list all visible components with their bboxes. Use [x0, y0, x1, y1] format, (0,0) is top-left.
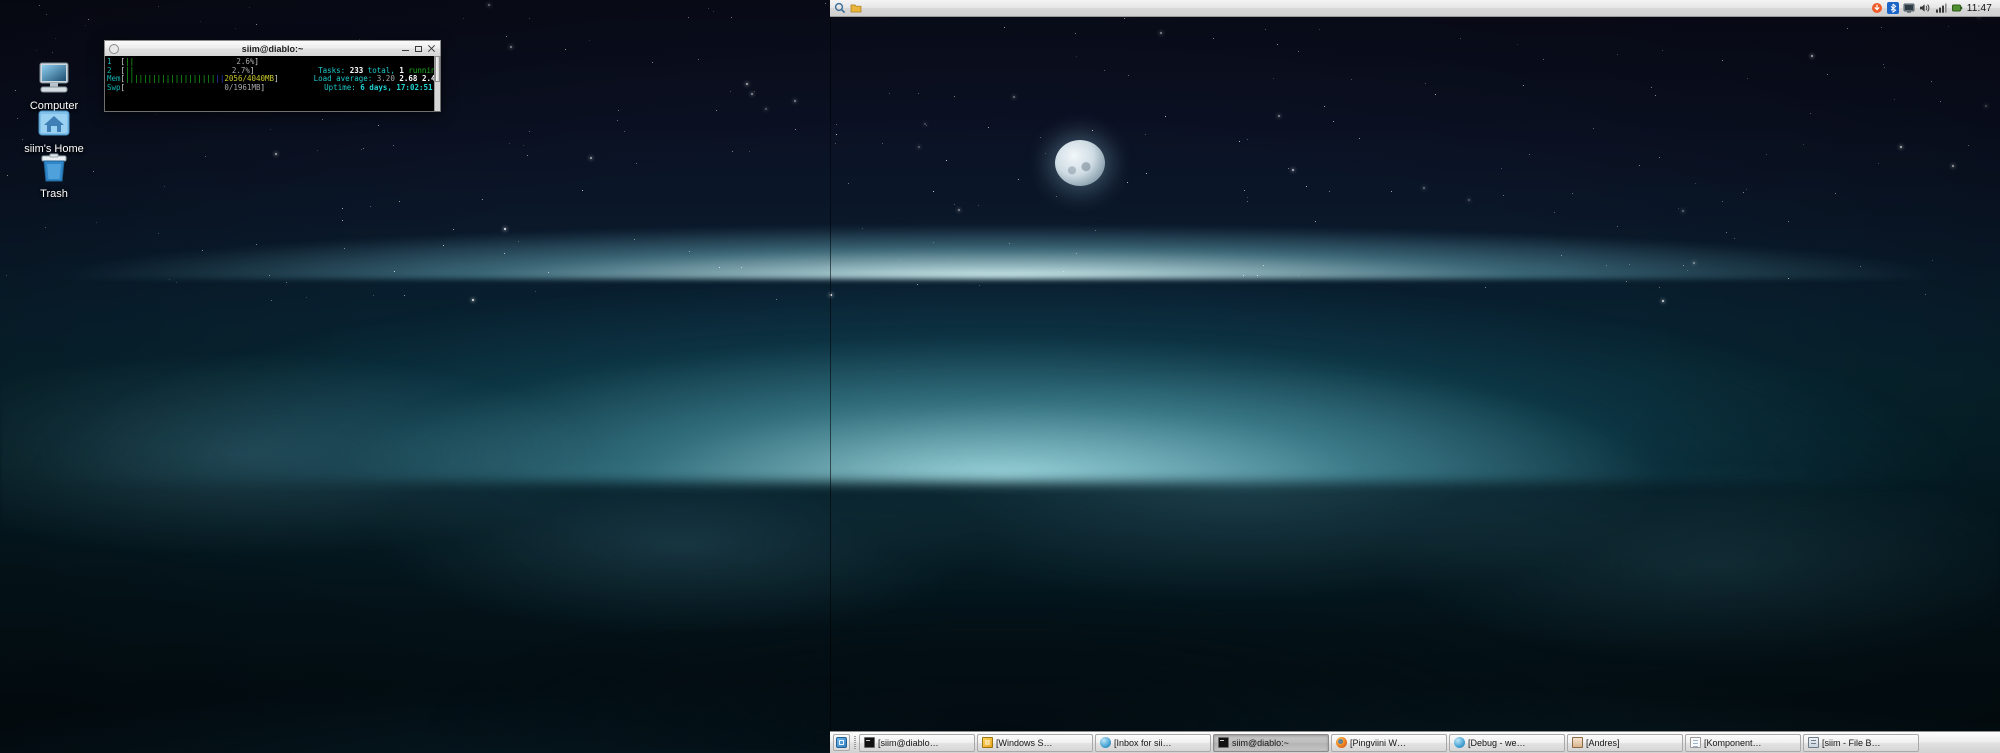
terminal-titlebar[interactable]: siim@diablo:~: [104, 40, 441, 56]
terminal-icon: [1218, 737, 1229, 748]
taskbar-button-label: [Komponent…: [1704, 737, 1762, 748]
firefox-icon: [1336, 737, 1347, 748]
window-menu-icon[interactable]: [109, 43, 119, 54]
show-desktop-icon: [836, 737, 847, 748]
display-icon[interactable]: [1903, 2, 1915, 14]
document-icon: [1690, 737, 1701, 748]
taskbar-button-label: [Andres]: [1586, 737, 1620, 748]
taskbar-button-3[interactable]: siim@diablo:~: [1213, 733, 1329, 752]
volume-icon[interactable]: [1919, 2, 1931, 14]
file-manager-icon[interactable]: [850, 2, 862, 14]
taskbar-button-label: [siim@diablo…: [878, 737, 939, 748]
clock[interactable]: 11:47: [1967, 3, 1994, 14]
top-panel: 11:47: [830, 0, 2000, 17]
network-icon[interactable]: [1935, 2, 1947, 14]
minimize-button[interactable]: [401, 44, 410, 53]
browser-icon: [1454, 737, 1465, 748]
scrollbar-thumb[interactable]: [435, 56, 440, 82]
show-desktop-button[interactable]: [833, 734, 850, 751]
update-manager-icon[interactable]: [1871, 2, 1883, 14]
top-panel-launchers: [830, 2, 862, 14]
desktop-screen: Computer siim's Home Trash 11:47 siim@di…: [0, 0, 2000, 753]
taskbar-button-label: [siim - File B…: [1822, 737, 1881, 748]
terminal-title: siim@diablo:~: [241, 43, 304, 54]
bluetooth-icon[interactable]: [1886, 2, 1899, 14]
trash-icon: [4, 143, 104, 185]
computer-icon: [4, 55, 104, 97]
taskbar-button-1[interactable]: [Windows S…: [977, 733, 1093, 752]
app-finder-icon[interactable]: [834, 2, 846, 14]
taskbar-button-label: [Debug - we…: [1468, 737, 1526, 748]
taskbar-button-label: siim@diablo:~: [1232, 737, 1289, 748]
file-browser-icon: [1808, 737, 1819, 748]
home-folder-icon: [4, 98, 104, 140]
taskbar-button-2[interactable]: [Inbox for sii…: [1095, 733, 1211, 752]
close-button[interactable]: [427, 44, 436, 53]
window-controls: [401, 44, 440, 53]
htop-uptime-value: 6 days, 17:02:51: [360, 82, 433, 92]
taskbar-button-8[interactable]: [siim - File B…: [1803, 733, 1919, 752]
htop-uptime-label: Uptime:: [324, 82, 356, 92]
htop-mem-row: Mem [ |||||||||||||||||||| || 2056/4040M…: [107, 74, 433, 92]
taskbar-button-0[interactable]: [siim@diablo…: [859, 733, 975, 752]
htop-cpu-row: 1 [ || 2.6% ] Tasks: 233 total, 1 runnin…: [107, 57, 440, 74]
taskbar-button-label: [Inbox for sii…: [1114, 737, 1172, 748]
taskbar-handle[interactable]: [852, 735, 857, 750]
taskbar-button-6[interactable]: [Andres]: [1567, 733, 1683, 752]
taskbar-button-5[interactable]: [Debug - we…: [1449, 733, 1565, 752]
task-button-list: [siim@diablo… [Windows S… [Inbox for sii… s…: [859, 733, 1997, 752]
terminal-scrollbar[interactable]: [434, 56, 440, 111]
maximize-button[interactable]: [414, 44, 423, 53]
taskbar-button-label: [Pingviini W…: [1350, 737, 1407, 748]
taskbar-button-4[interactable]: [Pingviini W…: [1331, 733, 1447, 752]
terminal-window[interactable]: siim@diablo:~ 1 [|| 2.6%] Tasks: 233 t…: [104, 40, 441, 112]
taskbar-button-7[interactable]: [Komponent…: [1685, 733, 1801, 752]
power-icon[interactable]: [1951, 2, 1963, 14]
taskbar-button-label: [Windows S…: [996, 737, 1053, 748]
htop-mem-bars: ||||||||||||||||||||: [125, 74, 216, 84]
system-tray: 11:47: [1871, 2, 2000, 14]
terminal-icon: [864, 737, 875, 748]
vignette: [0, 0, 2000, 753]
htop-swap-label: Swp: [107, 82, 121, 92]
thunderbird-icon: [1100, 737, 1111, 748]
image-viewer-icon: [1572, 737, 1583, 748]
terminal-body[interactable]: 1 [ || 2.6% ] Tasks: 233 total, 1 runnin…: [104, 56, 441, 112]
htop-bracket-close: ]: [260, 82, 265, 92]
monitor-divider: [830, 0, 831, 753]
htop-swap-value: 0/1961MB: [224, 82, 261, 92]
taskbar: [siim@diablo… [Windows S… [Inbox for sii… s…: [830, 731, 2000, 753]
desktop-icon-trash[interactable]: Trash: [4, 143, 104, 201]
windows-app-icon: [982, 737, 993, 748]
desktop-icon-label: Trash: [40, 188, 68, 200]
